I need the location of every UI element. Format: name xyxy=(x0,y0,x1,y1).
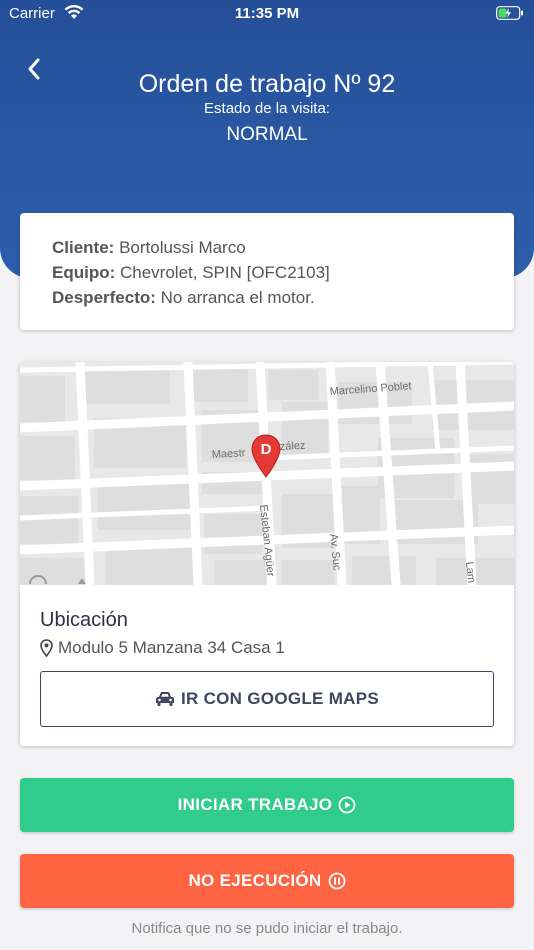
work-order-info-card: Cliente: Bortolussi Marco Equipo: Chevro… xyxy=(20,213,514,330)
equipment-row: Equipo: Chevrolet, SPIN [OFC2103] xyxy=(52,260,482,285)
visit-status-value: NORMAL xyxy=(226,124,308,145)
location-card: Marcelino Poblet Maestr zález Esteban Ag… xyxy=(20,362,514,746)
page-title: Orden de trabajo Nº 92 xyxy=(138,70,396,98)
visit-status-label: Estado de la visita: xyxy=(204,100,330,117)
map-marker-icon[interactable]: D xyxy=(250,433,282,479)
no-execution-hint: Notifica que no se pudo iniciar el traba… xyxy=(131,920,403,937)
google-maps-label: IR CON GOOGLE MAPS xyxy=(180,689,380,708)
start-work-label: INICIAR TRABAJO xyxy=(177,795,333,814)
clock: 11:35 PM xyxy=(234,5,300,22)
svg-text:Maestr: Maestr xyxy=(212,447,247,461)
status-bar: Carrier 11:35 PM xyxy=(0,0,534,28)
car-icon xyxy=(155,692,174,706)
client-label: Cliente: xyxy=(52,238,115,257)
pause-circle-icon xyxy=(328,872,345,890)
client-value: Bortolussi Marco xyxy=(119,238,246,257)
client-row: Cliente: Bortolussi Marco xyxy=(52,235,482,260)
location-address: Modulo 5 Manzana 34 Casa 1 xyxy=(40,638,285,658)
svg-text:Lam: Lam xyxy=(463,561,477,584)
start-work-button[interactable]: INICIAR TRABAJO xyxy=(20,778,514,832)
fault-row: Desperfecto: No arranca el motor. xyxy=(52,285,482,310)
location-title: Ubicación xyxy=(40,609,128,631)
equipment-value: Chevrolet, SPIN [OFC2103] xyxy=(120,263,330,282)
fault-label: Desperfecto: xyxy=(52,288,156,307)
svg-text:zález: zález xyxy=(280,440,306,453)
no-execution-button[interactable]: NO EJECUCIÓN xyxy=(20,854,514,908)
play-circle-icon xyxy=(338,796,356,814)
map-view[interactable]: Marcelino Poblet Maestr zález Esteban Ag… xyxy=(20,362,514,585)
marker-letter: D xyxy=(261,441,272,458)
location-pin-icon xyxy=(40,639,53,657)
equipment-label: Equipo: xyxy=(52,263,116,282)
address-text: Modulo 5 Manzana 34 Casa 1 xyxy=(58,638,285,657)
no-execution-label: NO EJECUCIÓN xyxy=(188,871,322,890)
google-maps-button[interactable]: IR CON GOOGLE MAPS xyxy=(40,671,494,727)
fault-value: No arranca el motor. xyxy=(160,288,315,307)
battery-charging-icon xyxy=(496,6,524,24)
